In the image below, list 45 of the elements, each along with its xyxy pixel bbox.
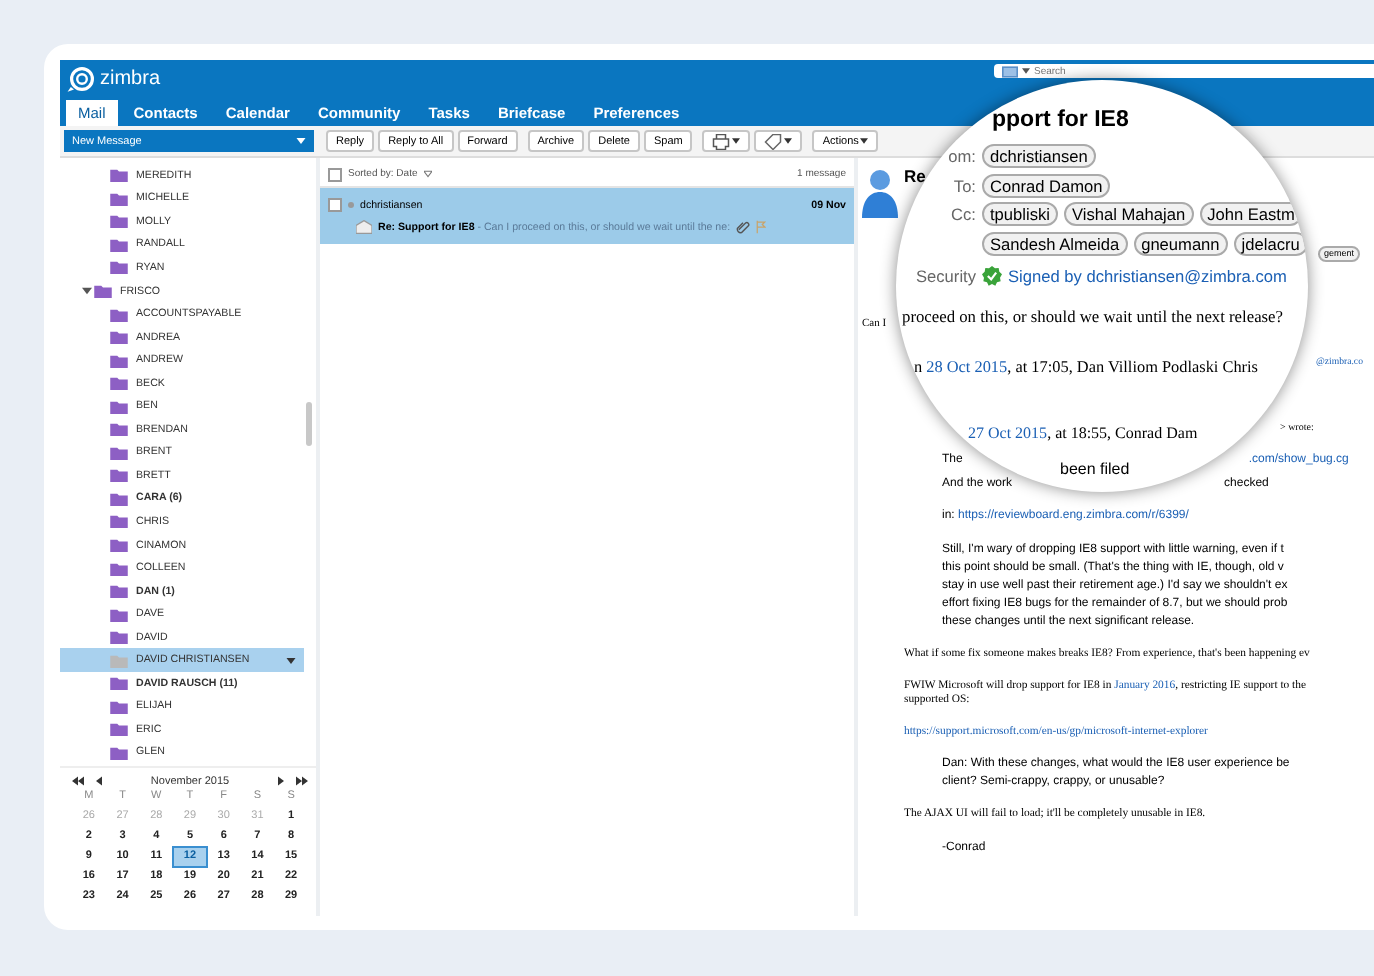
body-text: proceed on this, or should we wait until the next release? <box>902 307 1283 325</box>
expanded-triangle-icon[interactable] <box>82 286 92 296</box>
contact-bubble[interactable]: tpubliski <box>982 202 1058 227</box>
envelope-icon[interactable] <box>1002 65 1018 77</box>
caret-icon[interactable] <box>784 138 793 144</box>
contact-bubble[interactable]: jdelacru <box>1233 231 1308 256</box>
envelope-icon <box>356 220 372 234</box>
sort-icon[interactable] <box>423 170 432 178</box>
body-text: been filed <box>1060 459 1130 477</box>
caret-icon[interactable] <box>860 138 869 144</box>
contact-bubble[interactable]: Vishal Mahajan <box>1063 202 1194 227</box>
field-label: To: <box>953 175 976 196</box>
tag-button[interactable] <box>754 130 803 152</box>
previous-month-icon[interactable] <box>96 776 102 786</box>
checkbox[interactable] <box>328 198 342 212</box>
body-text: n 28 Oct 2015, at 17:05, Dan Villiom Podlaski Chris <box>914 357 1258 375</box>
contact-bubble[interactable]: Sandesh Almeida <box>982 231 1128 256</box>
body-text: 27 Oct 2015, at 18:55, Conrad Dam <box>968 423 1198 441</box>
avatar-icon <box>862 166 898 218</box>
next-year-icon[interactable] <box>296 776 308 786</box>
print-button[interactable] <box>702 130 751 152</box>
logo-text: zimbra <box>100 68 161 90</box>
field-label: om: <box>948 146 976 167</box>
status-dot-icon <box>348 202 354 208</box>
subject-text: pport for IE8 <box>992 108 1129 136</box>
contact-bubble[interactable]: Conrad Damon <box>982 173 1111 198</box>
previous-year-icon[interactable] <box>72 776 84 786</box>
field-label: Cc: <box>951 204 976 225</box>
date-link[interactable]: 27 Oct 2015 <box>968 423 1048 441</box>
logo-icon <box>66 66 98 92</box>
caret-icon[interactable] <box>286 657 296 664</box>
next-month-icon[interactable] <box>278 776 284 786</box>
scrollbar-thumb[interactable] <box>306 402 312 446</box>
verified-check-icon <box>982 266 1002 287</box>
contact-bubble[interactable]: gneumann <box>1133 231 1228 256</box>
checkbox[interactable] <box>328 167 342 181</box>
tag-icon[interactable] <box>764 133 783 149</box>
contact-bubble[interactable]: dchristiansen <box>982 144 1096 169</box>
signature-link[interactable]: Signed by dchristiansen@zimbra.com <box>1008 266 1287 287</box>
caret-icon[interactable] <box>1022 68 1030 74</box>
caret-icon[interactable] <box>732 138 741 144</box>
field-label: Security <box>916 266 976 287</box>
printer-icon[interactable] <box>712 133 731 149</box>
date-link[interactable]: 28 Oct 2015 <box>926 357 1008 375</box>
contact-bubble[interactable]: John Eastm <box>1199 202 1303 227</box>
